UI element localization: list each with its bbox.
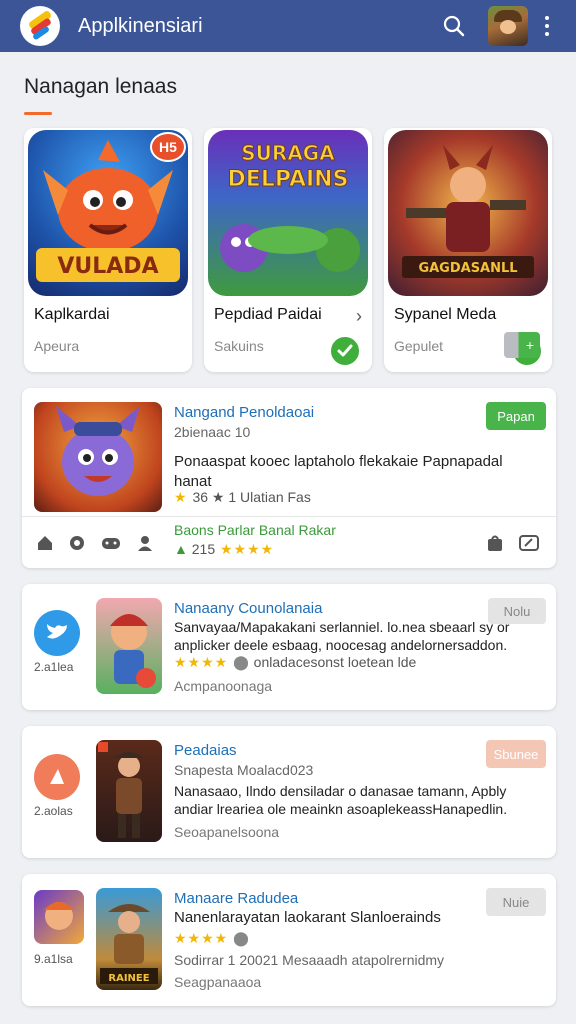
app-publisher: Acmpanoonaga — [174, 678, 273, 694]
app-title[interactable]: Nangand Penoldaoai — [174, 404, 314, 421]
app-thumbnail: RAINEE — [96, 888, 162, 990]
footer-title: Baons Parlar Banal Rakar — [174, 522, 336, 538]
app-meta: Sodirrar 1 20021 Mesaaadh atapolrernidmy — [174, 952, 445, 968]
featured-app-category: Gepulet — [394, 338, 444, 354]
featured-app-name: Sypanel Meda — [394, 306, 497, 323]
game-artwork: SURAGA DELPAINS — [208, 130, 368, 296]
user-avatar[interactable] — [488, 6, 528, 46]
gear-icon[interactable] — [66, 532, 88, 554]
featured-app-card[interactable]: SURAGA DELPAINS Pepdiad Paidai › Sakuins — [204, 128, 372, 372]
app-title[interactable]: Peadaias — [174, 742, 237, 759]
featured-app-card[interactable]: VULADA H5 Kaplkardai Apeura — [24, 128, 192, 372]
bag-icon[interactable] — [484, 532, 506, 554]
footer-rating: ▲ 215 ★★★★ — [174, 541, 275, 557]
install-toggle[interactable]: + — [504, 332, 540, 358]
share-icon[interactable] — [518, 532, 540, 554]
app-description: Ponaaspat kooec laptaholo flekakaie Papn… — [174, 453, 503, 490]
side-label: 9.a1lsa — [34, 952, 73, 966]
installed-check-icon — [328, 334, 362, 368]
app-list-card[interactable]: 2.aolas Peadaias Snapesta Moalacd023 Nan… — [22, 726, 556, 858]
section-title: Nanagan lenaas — [24, 75, 177, 98]
arrow-icon — [34, 754, 80, 800]
app-meta: Snapesta Moalacd023 — [174, 762, 314, 778]
app-description: Sanvayaa/Mapakakani serlanniel. lo.nea s… — [174, 619, 510, 653]
app-title: Applkinensiari — [78, 14, 203, 37]
search-icon[interactable] — [434, 6, 474, 46]
app-thumbnail — [34, 402, 162, 512]
app-description: Nanenlarayatan laokarant Slanloerainds — [174, 909, 441, 926]
svg-text:RAINEE: RAINEE — [108, 973, 149, 984]
svg-text:SURAGA: SURAGA — [241, 141, 335, 165]
chevron-right-icon[interactable]: › — [356, 306, 362, 327]
install-button[interactable]: Papan — [486, 402, 546, 430]
install-button[interactable]: Nuie — [486, 888, 546, 916]
featured-app-card[interactable]: GAGDASANLL Sypanel Meda Gepulet + — [384, 128, 552, 372]
rating: ★★★★ ⬤ — [174, 930, 249, 946]
svg-text:DELPAINS: DELPAINS — [228, 167, 349, 192]
side-label: 2.a1lea — [34, 660, 74, 674]
app-meta: 2bienaac 10 — [174, 424, 251, 440]
rating: ★ 36 ★ 1 Ulatian Fas — [174, 489, 311, 505]
home-icon[interactable] — [34, 532, 56, 554]
more-options-icon[interactable] — [532, 6, 562, 46]
top-app-bar: Applkinensiari — [0, 0, 576, 52]
app-list-card[interactable]: 2.a1lea Nanaany Counolanaia Sanvayaa/Map… — [22, 584, 556, 710]
section-underline — [24, 112, 52, 115]
featured-app-category: Apeura — [34, 338, 80, 354]
app-list-card[interactable]: Nangand Penoldaoai 2bienaac 10 Ponaaspat… — [22, 388, 556, 568]
side-label: 2.aolas — [34, 804, 73, 818]
featured-app-name: Pepdiad Paidai — [214, 306, 322, 323]
app-thumbnail — [96, 740, 162, 842]
bird-icon — [34, 610, 80, 656]
app-list-card[interactable]: 9.a1lsa RAINEE Manaare Radudea Nanenlara… — [22, 874, 556, 1006]
svg-text:VULADA: VULADA — [57, 254, 158, 279]
rating: ★★★★ ⬤ onladacesonst loetean lde — [174, 654, 417, 670]
install-button[interactable]: Sbunee — [486, 740, 546, 768]
game-artwork: GAGDASANLL — [388, 130, 548, 296]
featured-app-name: Kaplkardai — [34, 306, 110, 323]
app-publisher: Seoapanelsoona — [174, 824, 280, 840]
svg-text:GAGDASANLL: GAGDASANLL — [418, 261, 517, 276]
app-thumbnail — [96, 598, 162, 694]
install-button[interactable]: Nolu — [488, 598, 546, 624]
app-title[interactable]: Nanaany Counolanaia — [174, 600, 322, 617]
badge-new: H5 — [150, 132, 186, 162]
card-divider — [22, 516, 556, 517]
app-publisher: Seagpanaaoa — [174, 974, 262, 990]
featured-app-category: Sakuins — [214, 338, 264, 354]
app-icon-small — [34, 890, 84, 944]
app-title[interactable]: Manaare Radudea — [174, 890, 298, 907]
app-description: Nanasaao, Ilndo densiladar o danasae tam… — [174, 783, 508, 817]
gamepad-icon[interactable] — [100, 532, 122, 554]
user-icon[interactable] — [134, 532, 156, 554]
app-logo[interactable] — [20, 6, 60, 46]
